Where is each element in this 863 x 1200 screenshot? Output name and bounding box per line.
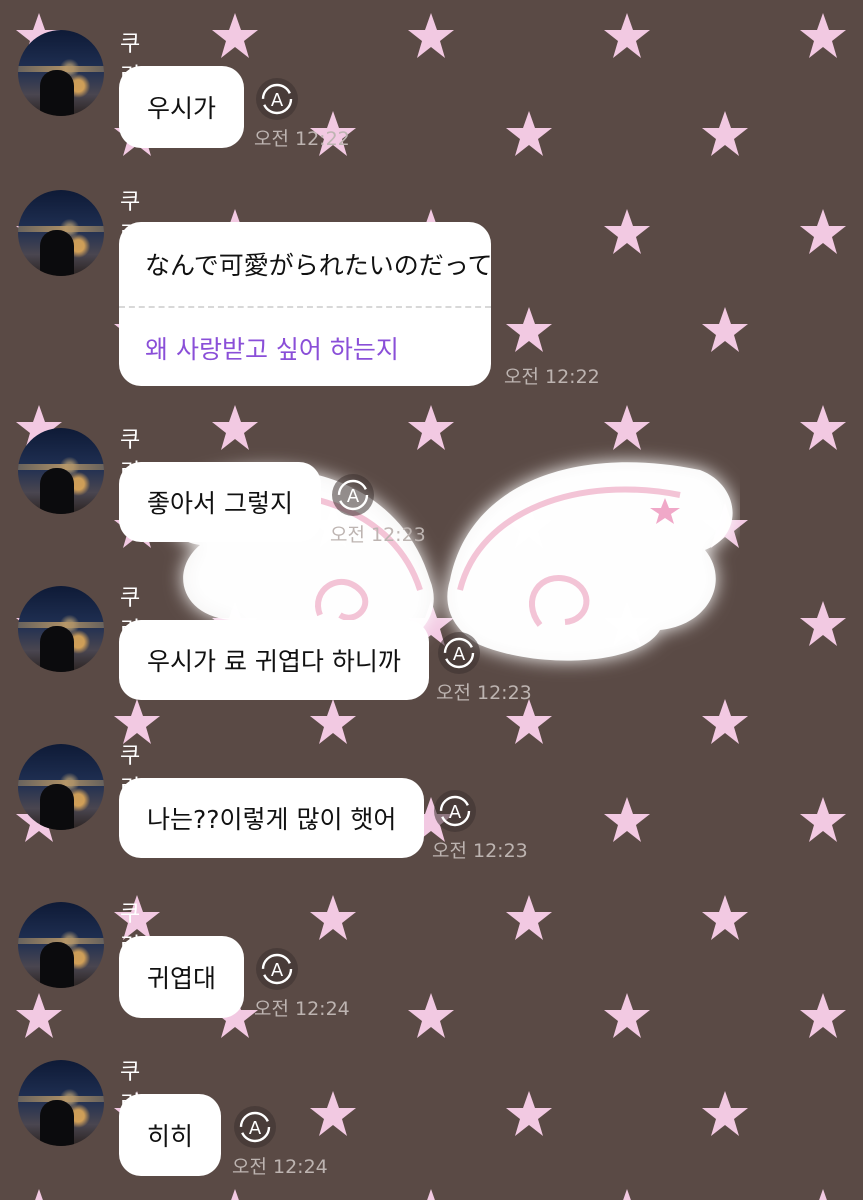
translate-icon[interactable]: A: [438, 632, 480, 674]
profile-avatar[interactable]: [18, 1060, 104, 1146]
message-bubble[interactable]: 우시가 료 귀엽다 하니까: [119, 620, 429, 700]
svg-text:A: A: [271, 960, 284, 981]
translate-icon[interactable]: A: [256, 948, 298, 990]
translate-icon[interactable]: A: [434, 790, 476, 832]
profile-avatar[interactable]: [18, 902, 104, 988]
profile-avatar[interactable]: [18, 428, 104, 514]
original-text: なんで可愛がられたいのだって: [145, 251, 493, 280]
message-time: 오전 12:23: [330, 524, 426, 546]
message-time: 오전 12:23: [436, 682, 532, 704]
profile-avatar[interactable]: [18, 190, 104, 276]
svg-text:A: A: [449, 802, 462, 823]
translate-icon[interactable]: A: [234, 1106, 276, 1148]
svg-text:A: A: [453, 644, 466, 665]
message-time: 오전 12:23: [432, 840, 528, 862]
message-time: 오전 12:24: [254, 998, 350, 1020]
profile-avatar[interactable]: [18, 744, 104, 830]
svg-text:A: A: [249, 1118, 262, 1139]
message-time: 오전 12:24: [232, 1156, 328, 1178]
translate-icon[interactable]: A: [332, 474, 374, 516]
profile-avatar[interactable]: [18, 30, 104, 116]
message-time: 오전 12:22: [254, 128, 350, 150]
message-bubble[interactable]: 우시가: [119, 66, 245, 148]
message-bubble[interactable]: 히히: [119, 1094, 222, 1176]
message-bubble[interactable]: 나는??이렇게 많이 햇어: [119, 778, 425, 858]
profile-avatar[interactable]: [18, 586, 104, 672]
svg-text:A: A: [347, 486, 360, 507]
svg-text:A: A: [271, 90, 284, 111]
message-bubble[interactable]: 귀엽대: [119, 936, 245, 1018]
message-time: 오전 12:22: [504, 366, 600, 388]
translated-message-bubble[interactable]: なんで可愛がられたいのだって 왜 사랑받고 싶어 하는지: [119, 222, 493, 386]
message-bubble[interactable]: 좋아서 그렇지: [119, 462, 321, 542]
translated-text: 왜 사랑받고 싶어 하는지: [145, 335, 399, 364]
translate-icon[interactable]: A: [256, 78, 298, 120]
